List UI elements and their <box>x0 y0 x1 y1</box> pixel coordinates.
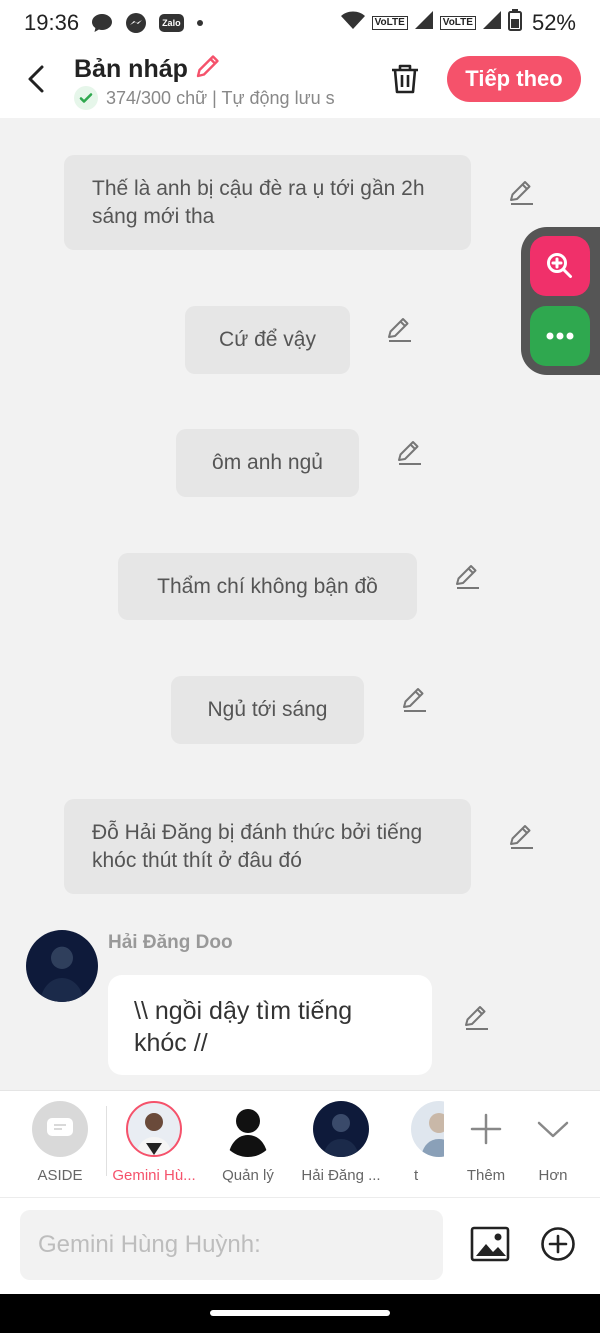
avatar <box>313 1101 369 1157</box>
character-partial[interactable]: t <box>384 1101 444 1184</box>
message-bubble[interactable]: Đỗ Hải Đăng bị đánh thức bởi tiếng khóc … <box>64 799 471 894</box>
next-button[interactable]: Tiếp theo <box>447 56 581 102</box>
pencil-icon <box>403 688 426 712</box>
person-avatar-icon <box>136 1113 172 1155</box>
insert-image-button[interactable] <box>470 1224 510 1264</box>
input-row: Gemini Hùng Huỳnh: <box>0 1198 600 1294</box>
plus-icon <box>458 1101 514 1157</box>
avatar[interactable] <box>26 930 98 1002</box>
image-icon <box>470 1226 510 1262</box>
home-indicator[interactable] <box>210 1310 390 1316</box>
input-placeholder: Gemini Hùng Huỳnh: <box>38 1231 261 1258</box>
pencil-icon <box>398 441 421 465</box>
message-bubble[interactable]: Thế là anh bị cậu đè ra ụ tới gần 2h sán… <box>64 155 471 250</box>
volte-badge-2: VoLTE <box>439 16 476 30</box>
status-time: 19:36 <box>24 10 80 35</box>
person-avatar-icon <box>323 1114 359 1157</box>
back-button[interactable] <box>22 64 52 94</box>
battery-icon <box>507 9 522 37</box>
more-options-button[interactable] <box>530 306 590 366</box>
floating-tool-panel <box>521 227 600 375</box>
character-label: Hải Đăng ... <box>301 1167 381 1184</box>
chevron-down-icon <box>525 1101 581 1157</box>
check-icon <box>74 86 98 110</box>
message-bubble[interactable]: Cứ để vậy <box>185 306 350 374</box>
rename-button[interactable] <box>194 52 222 87</box>
edit-message-button[interactable] <box>401 685 429 713</box>
chat-bubble-icon <box>91 13 113 33</box>
zalo-icon: Zalo <box>159 14 184 32</box>
character-label: Hơn <box>538 1167 568 1184</box>
title-text: Bản nháp <box>74 55 188 83</box>
character-selector: ASIDE Gemini Hù... Quản lý Hải Đăng ... … <box>0 1090 600 1198</box>
delete-button[interactable] <box>388 62 422 96</box>
signal-icon-2 <box>482 10 502 36</box>
person-avatar-icon <box>40 947 84 1002</box>
avatar <box>126 1101 182 1157</box>
character-label: Quản lý <box>222 1167 274 1184</box>
plus-circle-icon <box>541 1227 575 1261</box>
character-aside[interactable]: ASIDE <box>15 1101 105 1184</box>
title-wrap: Bản nháp <box>74 52 222 87</box>
status-bar: 19:36 Zalo VoLTE VoLTE 52% <box>0 0 600 46</box>
chevron-left-icon <box>28 65 44 93</box>
character-gemini[interactable]: Gemini Hù... <box>109 1101 199 1184</box>
message-bubble[interactable]: Ngủ tới sáng <box>171 676 364 744</box>
battery-percentage: 52% <box>531 10 576 35</box>
signal-icon-1 <box>414 10 434 36</box>
character-quan-ly[interactable]: Quản lý <box>203 1101 293 1184</box>
message-bubble[interactable]: Thẩm chí không bận đồ <box>118 553 417 620</box>
pencil-icon <box>456 565 479 589</box>
volte-badge-1: VoLTE <box>371 16 408 30</box>
add-button[interactable] <box>540 1226 576 1262</box>
zoom-in-icon <box>547 253 572 278</box>
character-hai-dang[interactable]: Hải Đăng ... <box>296 1101 386 1184</box>
trash-icon <box>392 64 418 94</box>
character-label: Gemini Hù... <box>112 1167 196 1184</box>
more-dots-icon <box>546 332 574 340</box>
pencil-icon <box>388 318 411 342</box>
edit-message-button[interactable] <box>386 315 414 343</box>
wifi-icon <box>340 10 366 36</box>
aside-icon <box>32 1101 88 1157</box>
silhouette-avatar-icon <box>228 1109 268 1157</box>
sender-name: Hải Đăng Doo <box>108 932 233 953</box>
avatar <box>411 1101 444 1157</box>
pencil-icon <box>196 55 219 78</box>
character-label: ASIDE <box>37 1167 83 1184</box>
character-label: t <box>414 1167 419 1184</box>
person-avatar-icon <box>421 1113 444 1157</box>
header: Bản nháp 374/300 chữ | Tự động lưu s Tiế… <box>0 46 600 118</box>
edit-message-button[interactable] <box>396 438 424 466</box>
divider <box>106 1106 107 1176</box>
page-title: Bản nháp <box>74 52 222 87</box>
edit-message-button[interactable] <box>454 562 482 590</box>
chat-bubble[interactable]: \\ ngồi dậy tìm tiếng khóc // <box>108 975 432 1075</box>
navigation-bar <box>0 1294 600 1333</box>
pencil-icon <box>510 181 533 205</box>
edit-message-button[interactable] <box>463 1003 491 1031</box>
zoom-button[interactable] <box>530 236 590 296</box>
avatar <box>220 1101 276 1157</box>
autosave-status: 374/300 chữ | Tự động lưu s <box>74 86 364 110</box>
word-count-text: 374/300 chữ | Tự động lưu s <box>106 87 335 108</box>
dot-icon <box>196 19 204 27</box>
message-bubble[interactable]: ôm anh ngủ <box>176 429 359 497</box>
pencil-icon <box>465 1006 488 1030</box>
message-input[interactable]: Gemini Hùng Huỳnh: <box>20 1210 443 1280</box>
pencil-icon <box>510 825 533 849</box>
edit-message-button[interactable] <box>508 822 536 850</box>
edit-message-button[interactable] <box>508 178 536 206</box>
more-characters-button[interactable]: Hơn <box>508 1101 598 1184</box>
messenger-icon <box>125 12 147 34</box>
